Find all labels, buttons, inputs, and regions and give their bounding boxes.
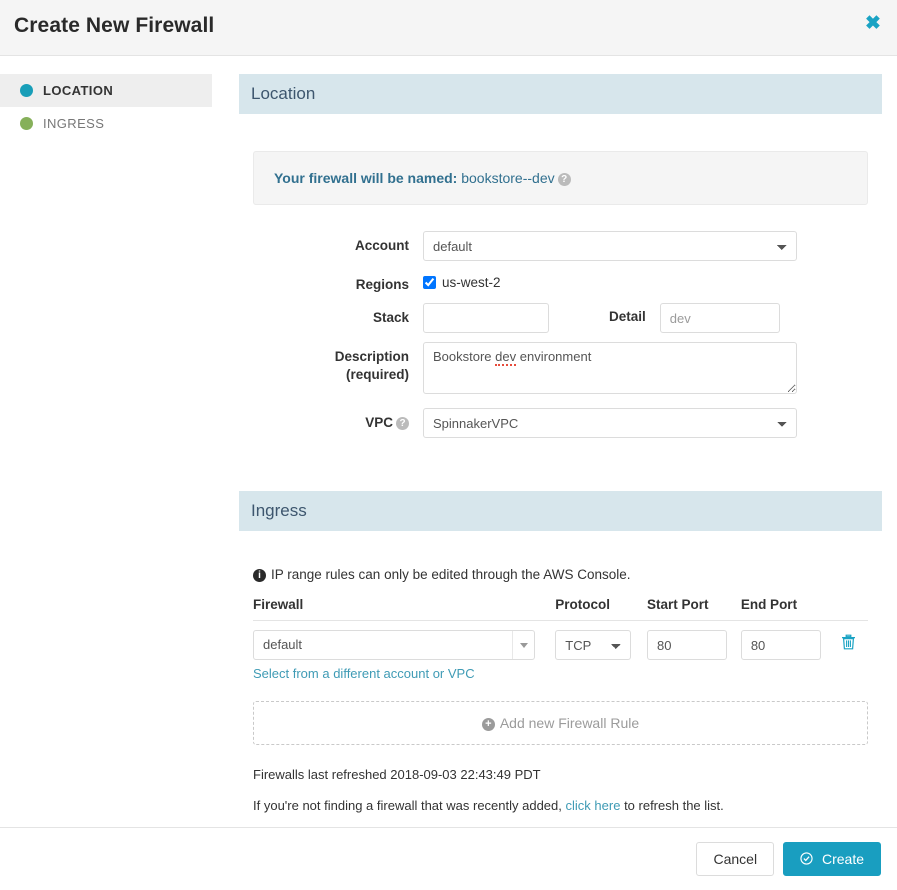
vpc-select[interactable]: SpinnakerVPC [423,408,797,438]
modal-header: Create New Firewall ✖ [0,0,897,56]
end-port-input[interactable] [741,630,821,660]
column-header-actions [837,597,868,621]
detail-input[interactable] [660,303,780,333]
cell-delete [837,621,868,684]
ingress-status-dot [20,117,33,130]
table-header-row: Firewall Protocol Start Port End Port [253,597,868,621]
info-icon: i [253,569,266,582]
trash-icon[interactable] [837,630,856,655]
location-status-dot [20,84,33,97]
account-select[interactable]: default [423,231,797,261]
check-circle-icon [800,851,817,867]
ingress-notice-text: IP range rules can only be edited throug… [271,567,630,582]
firewall-select-value: default [263,637,302,652]
cell-protocol: TCP [555,621,647,684]
refresh-hint: If you're not finding a firewall that wa… [253,798,868,813]
ingress-section-header: Ingress [239,491,882,531]
modal-body: LOCATION INGRESS Location Your firewall … [0,56,897,827]
column-header-end-port: End Port [741,597,837,621]
sidebar-item-label: LOCATION [43,83,113,98]
help-icon[interactable]: ? [396,417,409,430]
stack-input[interactable] [423,303,549,333]
start-port-input[interactable] [647,630,727,660]
sidebar-item-location[interactable]: LOCATION [0,74,212,107]
account-label: Account [253,231,423,255]
location-section-header: Location [239,74,882,114]
main-panel: Location Your firewall will be named: bo… [239,74,882,813]
regions-row: Regions us-west-2 [253,270,882,294]
ingress-rules-table: Firewall Protocol Start Port End Port de… [253,597,868,683]
firewall-name-banner: Your firewall will be named: bookstore--… [253,151,868,205]
create-button[interactable]: Create [783,842,881,876]
vpc-label: VPC? [253,408,423,432]
firewall-name-label: Your firewall will be named: [274,170,457,186]
refresh-list-link[interactable]: click here [566,798,621,813]
table-row: default Select from a different account … [253,621,868,684]
add-rule-label: Add new Firewall Rule [500,715,639,731]
cell-start-port [647,621,741,684]
sidebar-item-label: INGRESS [43,116,104,131]
description-textarea[interactable] [423,342,797,394]
wizard-sidebar: LOCATION INGRESS [0,74,212,140]
column-header-firewall: Firewall [253,597,555,621]
vpc-row: VPC? SpinnakerVPC [253,408,882,438]
modal-footer: Cancel Create [0,827,897,890]
cancel-button[interactable]: Cancel [696,842,774,876]
column-header-start-port: Start Port [647,597,741,621]
stack-label: Stack [253,303,423,327]
stack-detail-row: Stack Detail [253,303,882,333]
firewall-select[interactable]: default [253,630,535,660]
region-checkbox-us-west-2[interactable] [423,276,436,289]
firewall-name-value: bookstore--dev [461,170,554,186]
close-icon[interactable]: ✖ [861,12,885,36]
description-row: Description (required) Bookstore dev env… [253,342,882,399]
plus-icon: + [482,718,495,731]
sidebar-item-ingress[interactable]: INGRESS [0,107,212,140]
region-label: us-west-2 [442,275,501,290]
add-firewall-rule-button[interactable]: + Add new Firewall Rule [253,701,868,745]
cell-firewall: default Select from a different account … [253,621,555,684]
select-different-account-link[interactable]: Select from a different account or VPC [253,666,475,681]
regions-label: Regions [253,270,423,294]
account-row: Account default [253,231,882,261]
detail-label: Detail [609,303,646,324]
chevron-down-icon[interactable] [512,631,534,659]
last-refreshed-text: Firewalls last refreshed 2018-09-03 22:4… [253,767,868,782]
description-label: Description (required) [253,342,423,384]
help-icon[interactable]: ? [558,173,571,186]
page-title: Create New Firewall [14,14,214,38]
create-button-label: Create [822,851,864,867]
ingress-section: Ingress i IP range rules can only be edit… [239,491,882,813]
region-checkbox-row: us-west-2 [423,270,882,290]
location-form: Account default Regions us-west-2 Sta [239,231,882,438]
ingress-notice: i IP range rules can only be edited throu… [253,567,868,582]
protocol-select[interactable]: TCP [555,630,631,660]
cell-end-port [741,621,837,684]
column-header-protocol: Protocol [555,597,647,621]
refresh-hint-suffix: to refresh the list. [624,798,724,813]
refresh-hint-prefix: If you're not finding a firewall that wa… [253,798,562,813]
